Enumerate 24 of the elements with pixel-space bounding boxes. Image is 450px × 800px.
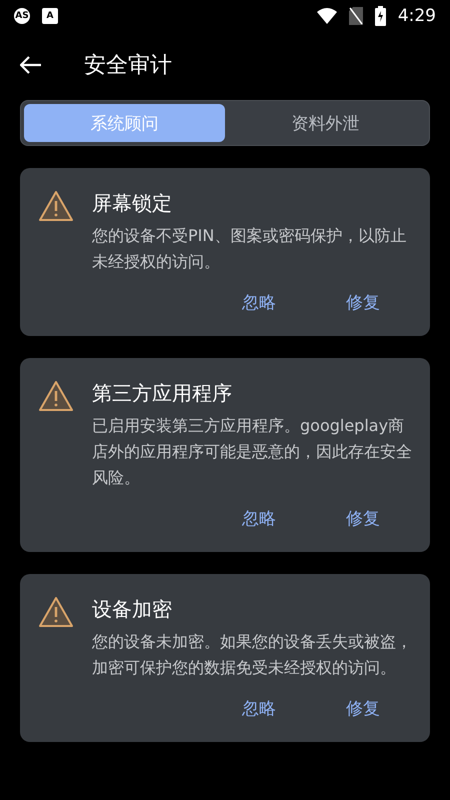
status-badge: AS [14,8,30,24]
wifi-icon [316,8,337,24]
card-title: 第三方应用程序 [92,380,233,407]
fix-button[interactable]: 修复 [336,501,390,536]
back-arrow-icon[interactable] [20,56,42,74]
warning-icon [38,190,74,222]
fix-button[interactable]: 修复 [336,691,390,726]
card-description: 您的设备不受PIN、图案或密码保护，以防止未经授权的访问。 [92,225,408,273]
battery-charging-icon [374,6,386,26]
screen-title: 安全审计 [84,52,172,80]
fix-button[interactable]: 修复 [336,285,390,320]
clock: 4:29 [398,6,436,26]
tab[interactable]: 资料外泄 [225,104,426,142]
card-title: 屏幕锁定 [92,190,173,217]
status-badge: A [42,8,58,24]
ignore-button[interactable]: 忽略 [232,691,286,726]
card-title: 设备加密 [92,596,173,623]
no-sim-icon [348,7,363,25]
ignore-button[interactable]: 忽略 [232,501,286,536]
warning-icon [38,380,74,412]
card-description: 已启用安装第三方应用程序。googleplay商店外的应用程序可能是恶意的，因此存在安全风险。 [92,415,412,489]
ignore-button[interactable]: 忽略 [232,285,286,320]
card-description: 您的设备未加密。如果您的设备丢失或被盗，加密可保护您的数据免受未经授权的访问。 [92,631,412,679]
warning-icon [38,596,74,628]
